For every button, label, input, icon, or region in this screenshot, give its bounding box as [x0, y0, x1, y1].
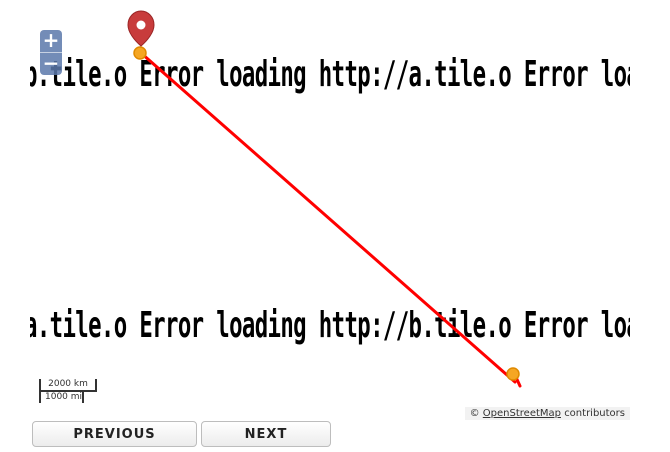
zoom-in-button[interactable]: +: [40, 30, 62, 53]
openstreetmap-link[interactable]: OpenStreetMap: [483, 408, 561, 419]
map-pin-icon[interactable]: [127, 10, 155, 47]
waypoint-marker[interactable]: [133, 46, 147, 60]
zoom-control: + −: [40, 30, 62, 75]
waypoint-marker[interactable]: [506, 367, 520, 381]
route-layer: [127, 10, 522, 388]
route-line: [139, 51, 517, 384]
scale-bar: 2000 km 1000 mi: [39, 379, 97, 403]
previous-position-button[interactable]: PREVIOUS POSITION: [32, 421, 197, 452]
scale-imperial: 1000 mi: [39, 390, 84, 403]
map-container[interactable]: b.tile.o Error loading http://a.tile.o E…: [30, 10, 630, 420]
zoom-out-button[interactable]: −: [40, 53, 62, 75]
map-attribution: © OpenStreetMap contributors: [464, 407, 630, 420]
attribution-suffix: contributors: [564, 408, 625, 419]
page: b.tile.o Error loading http://a.tile.o E…: [0, 0, 670, 452]
next-position-button[interactable]: NEXT POSITION: [201, 421, 331, 452]
copyright-symbol: ©: [469, 408, 480, 419]
